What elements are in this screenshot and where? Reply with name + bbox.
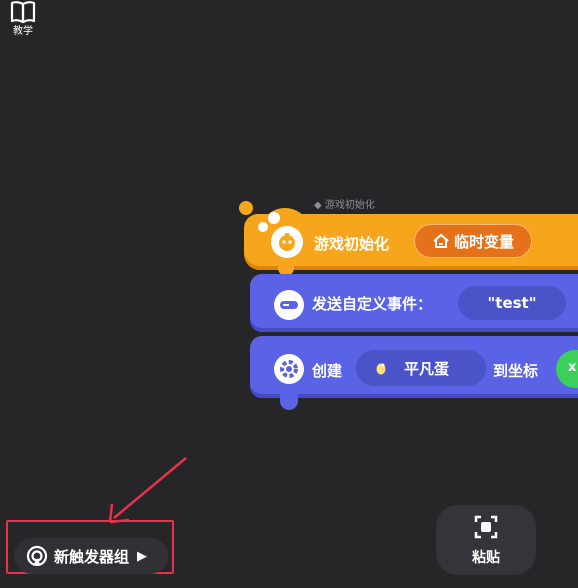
create-gear-icon [274, 354, 304, 384]
event-dot [239, 201, 253, 215]
new-trigger-group-label: 新触发器组 [54, 547, 130, 566]
to-coordinate-label: 到坐标 [493, 362, 539, 380]
event-icon [271, 226, 303, 258]
paste-label: 粘贴 [472, 550, 500, 566]
event-name-input[interactable]: "test" [458, 286, 566, 320]
object-select[interactable]: 平凡蛋 [356, 350, 486, 386]
object-select-value: 平凡蛋 [404, 359, 450, 378]
event-sparkle [268, 212, 280, 224]
create-block-label: 创建 [312, 362, 343, 380]
script-group-caption: ◆ 游戏初始化 [314, 200, 375, 211]
paste-button[interactable]: 粘贴 [436, 505, 536, 575]
chevron-right-icon: ▶ [137, 548, 148, 564]
red-arrow [108, 457, 187, 524]
trigger-group-icon [26, 545, 48, 567]
coordinate-input-label: x [568, 360, 577, 375]
egg-icon [376, 363, 386, 375]
send-block-label: 发送自定义事件： [312, 295, 433, 313]
book-icon [10, 1, 36, 24]
paste-icon [474, 515, 498, 539]
tutorial-button[interactable]: 教学 [6, 0, 40, 40]
create-block-notch [280, 392, 298, 410]
new-trigger-group-button[interactable]: 新触发器组 ▶ [14, 538, 168, 574]
event-sparkle [258, 222, 268, 232]
temp-var-icon [433, 233, 449, 248]
tutorial-label: 教学 [13, 26, 33, 37]
temp-variable-label: 临时变量 [453, 232, 514, 251]
temp-variable-button[interactable]: 临时变量 [414, 224, 532, 258]
message-icon [274, 290, 304, 320]
event-block-label: 游戏初始化 [314, 235, 390, 253]
